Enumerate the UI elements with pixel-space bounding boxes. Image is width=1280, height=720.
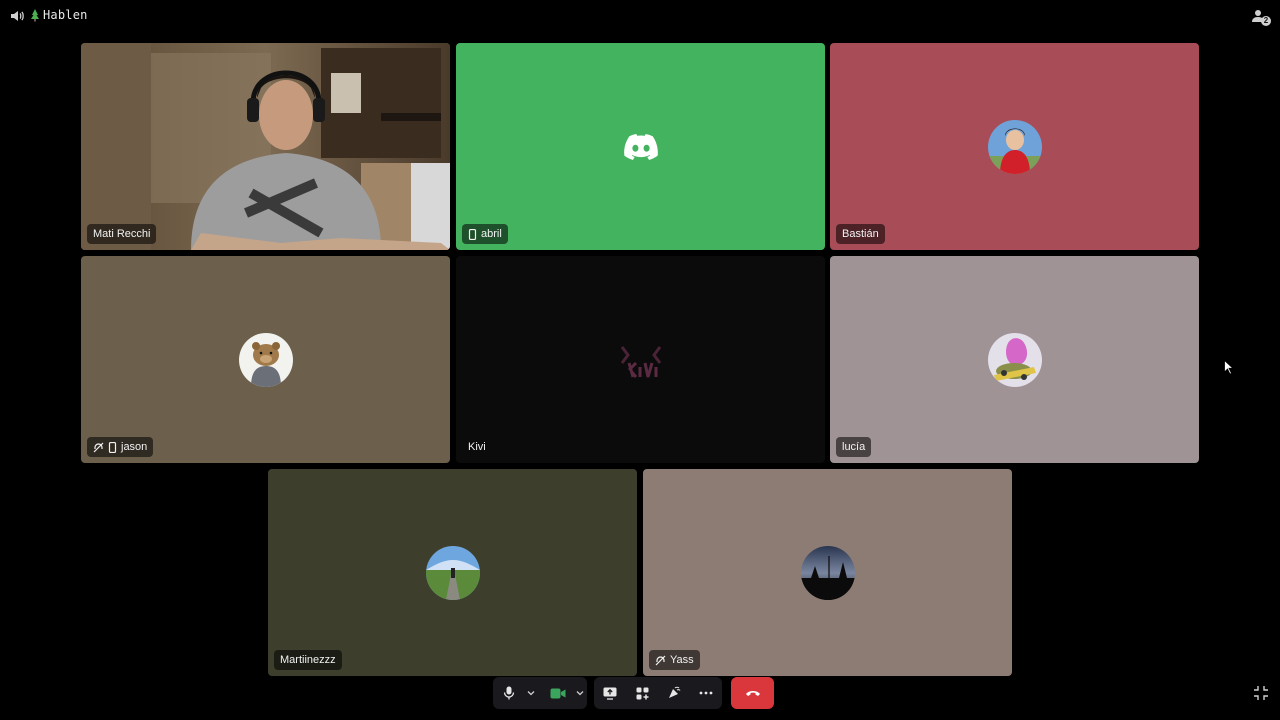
participant-name: abril [481, 228, 502, 240]
participant-name: Kivi [468, 441, 486, 453]
call-controls [0, 677, 1280, 709]
avatar [613, 332, 668, 387]
participant-name: Yass [670, 654, 694, 666]
channel-name: Hablen [43, 8, 88, 22]
hangup-icon [745, 691, 760, 696]
disconnect-button[interactable] [731, 677, 774, 709]
avatar [987, 332, 1042, 387]
participant-name: lucía [842, 441, 866, 453]
participants-button[interactable]: 2 [1251, 8, 1271, 26]
participant-tile-kivi[interactable]: Kivi [456, 256, 825, 463]
mobile-phone-icon [108, 441, 117, 453]
participant-name-label: abril [462, 224, 508, 244]
participant-name-label: lucía [836, 437, 872, 457]
participant-name-label: Yass [649, 650, 700, 670]
participant-tile-abril[interactable]: abril [456, 43, 825, 250]
share-screen-button[interactable] [594, 677, 626, 709]
more-icon [699, 691, 713, 695]
avatar [800, 545, 855, 600]
speaker-icon[interactable] [9, 8, 25, 24]
participant-tile-martiinezzz[interactable]: Martiinezzz [268, 469, 637, 676]
camera-feed [81, 43, 450, 250]
mute-microphone-button[interactable] [493, 677, 524, 709]
exit-fullscreen-icon[interactable] [1253, 685, 1269, 701]
participant-name-label: Kivi [462, 437, 492, 457]
microphone-icon [503, 686, 514, 700]
deafened-icon [655, 655, 666, 665]
participant-tile-lucia[interactable]: lucía [830, 256, 1199, 463]
camera-icon [550, 688, 566, 698]
participant-tile-bastian[interactable]: Bastián [830, 43, 1199, 250]
participant-tile-yass[interactable]: Yass [643, 469, 1012, 676]
call-header: Hablen 2 [0, 0, 1280, 32]
mic-options-button[interactable] [524, 677, 538, 709]
discord-logo-icon [623, 133, 658, 160]
participant-name-label: Martiinezzz [274, 650, 342, 670]
screen-share-icon [603, 687, 617, 700]
chevron-down-icon [527, 691, 535, 696]
soundboard-icon [669, 686, 681, 698]
soundboard-button[interactable] [658, 677, 690, 709]
av-control-group [493, 677, 587, 709]
participant-tile-mati-recchi[interactable]: Mati Recchi [81, 43, 450, 250]
toggle-camera-button[interactable] [542, 677, 573, 709]
participant-count-badge: 2 [1261, 16, 1271, 26]
camera-options-button[interactable] [573, 677, 587, 709]
deafened-icon [93, 442, 104, 452]
activities-button[interactable] [626, 677, 658, 709]
activities-icon [636, 687, 648, 699]
chevron-down-icon [576, 691, 584, 696]
participant-name-label: Mati Recchi [87, 224, 157, 244]
mobile-phone-icon [468, 228, 477, 240]
activity-control-group [594, 677, 722, 709]
channel-title: Hablen [30, 8, 88, 22]
participant-tile-jason[interactable]: jason [81, 256, 450, 463]
participant-name-label: Bastián [836, 224, 885, 244]
participant-name: Mati Recchi [93, 228, 151, 240]
more-options-button[interactable] [690, 677, 722, 709]
avatar [238, 332, 293, 387]
participant-name: Martiinezzz [280, 654, 336, 666]
avatar [425, 545, 480, 600]
voice-call-view: Hablen 2 Mati Recchi abril Bastián jason… [0, 0, 1280, 720]
avatar [987, 119, 1042, 174]
participant-name-label: jason [87, 437, 154, 457]
participant-name: Bastián [842, 228, 879, 240]
mouse-cursor-icon [1224, 360, 1234, 375]
tree-icon [31, 9, 39, 22]
participant-name: jason [121, 441, 148, 453]
